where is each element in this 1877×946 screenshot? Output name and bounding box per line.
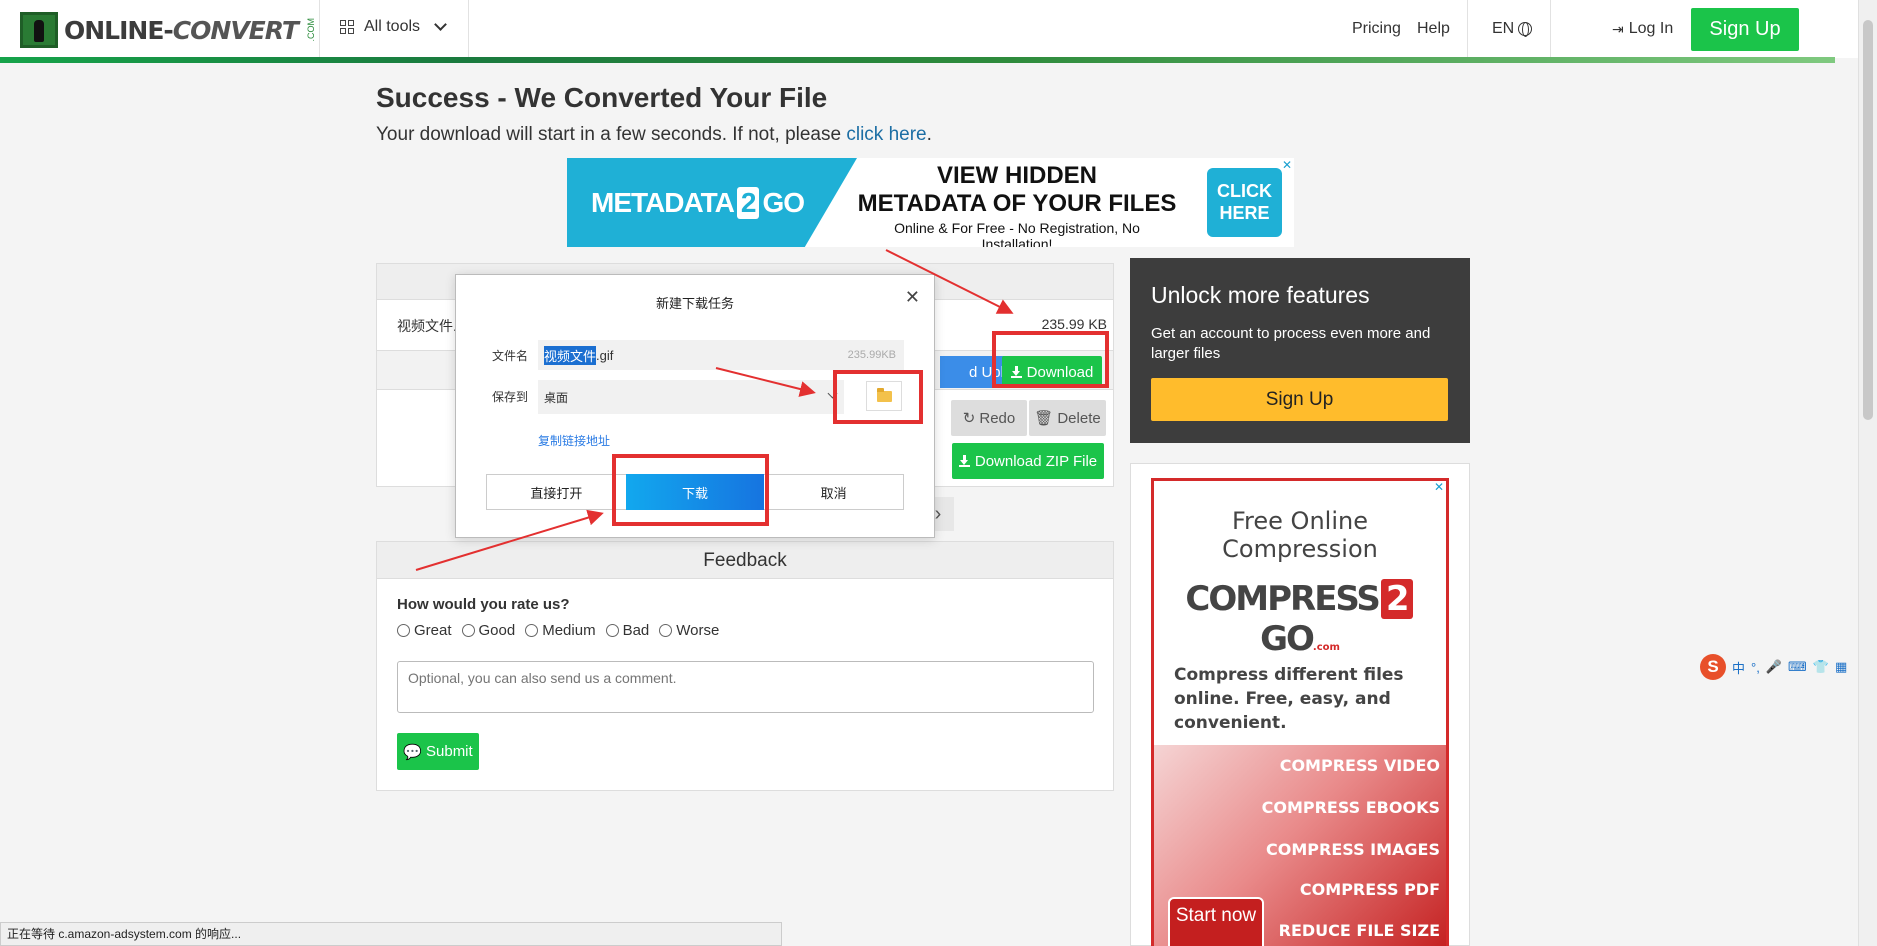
annotation-box-dialog-download	[612, 454, 769, 526]
scrollbar-thumb[interactable]	[1863, 20, 1873, 420]
copy-link-address[interactable]: 复制链接地址	[538, 432, 610, 449]
result-file-size: 235.99 KB	[1041, 316, 1107, 332]
header-divider	[468, 0, 469, 58]
rating-option[interactable]: Worse	[659, 622, 719, 639]
language-label: EN	[1492, 20, 1515, 37]
ime-lang[interactable]: 中	[1732, 658, 1745, 677]
ad-item-reduce-file-size[interactable]: REDUCE FILE SIZE	[1279, 910, 1442, 946]
ad-brand: COMPRESS 2GO.com	[1154, 579, 1446, 659]
redo-icon: ↻	[962, 410, 976, 427]
radio-icon[interactable]	[397, 624, 410, 637]
dialog-cancel-button[interactable]: 取消	[764, 475, 903, 509]
annotation-box-download	[992, 331, 1109, 388]
radio-icon[interactable]	[461, 624, 475, 637]
metadata2go-banner-ad[interactable]: METADATA 2 GO VIEW HIDDEN METADATA OF YOUR…	[567, 158, 1294, 247]
download-zip-button[interactable]: Download ZIP File	[952, 443, 1104, 479]
logo-text: ONLINE-CONVERT	[64, 15, 299, 45]
radio-icon[interactable]	[605, 624, 619, 637]
saveto-select[interactable]: 桌面	[538, 380, 844, 414]
filename-label: 文件名	[492, 349, 529, 363]
ime-punct[interactable]: °,	[1751, 660, 1760, 675]
saveto-label: 保存到	[492, 390, 529, 404]
dialog-title: 新建下载任务	[655, 297, 734, 312]
header-divider	[319, 0, 320, 58]
page-subtitle: Your download will start in a few second…	[376, 124, 932, 145]
unlock-features-panel: Unlock more features Get an account to p…	[1130, 258, 1470, 443]
site-logo[interactable]: ONLINE-CONVERT .COM	[20, 12, 316, 48]
grid-icon[interactable]: ▦	[1835, 659, 1847, 675]
trash-icon: 🗑	[1034, 410, 1054, 427]
microphone-icon[interactable]: 🎤	[1766, 659, 1782, 675]
ad-start-now-button[interactable]: Start now	[1168, 897, 1264, 946]
rating-option[interactable]: Medium	[525, 622, 596, 639]
ad-close-icon[interactable]: ✕	[1282, 158, 1292, 172]
site-header: ONLINE-CONVERT .COM All tools Pricing He…	[0, 0, 1858, 60]
ad-description: Compress different files online. Free, e…	[1174, 665, 1404, 733]
header-divider	[1467, 0, 1468, 58]
feedback-question: How would you rate us?	[397, 596, 570, 613]
result-filename: 视频文件.	[397, 318, 457, 334]
ad-close-icon[interactable]: ✕	[1434, 481, 1444, 494]
keyboard-icon[interactable]: ⌨	[1788, 659, 1807, 675]
grid-icon	[340, 20, 354, 34]
all-tools-label: All tools	[364, 18, 421, 35]
banner-brand-panel: METADATA 2 GO	[567, 158, 857, 247]
page-scrollbar[interactable]	[1858, 0, 1877, 946]
unlock-description: Get an account to process even more and …	[1151, 325, 1431, 362]
banner-brand: METADATA 2 GO	[591, 186, 805, 219]
ad-item-compress-pdf[interactable]: COMPRESS PDF	[1300, 869, 1442, 910]
sogou-icon[interactable]: S	[1700, 654, 1726, 680]
header-accent-bar	[0, 57, 1835, 63]
unlock-title: Unlock more features	[1151, 282, 1370, 308]
rating-option[interactable]: Good	[461, 622, 515, 639]
banner-cta-button[interactable]: CLICK HERE	[1207, 168, 1282, 237]
download-icon	[958, 454, 970, 467]
globe-icon	[1518, 22, 1533, 37]
click-here-link[interactable]: click here	[846, 124, 926, 145]
radio-icon[interactable]	[659, 624, 673, 637]
feedback-comment-field[interactable]	[397, 661, 1094, 713]
feedback-panel: Feedback How would you rate us? Great Go…	[376, 541, 1114, 791]
signup-button[interactable]: Sign Up	[1691, 8, 1799, 51]
header-divider	[1550, 0, 1551, 58]
annotation-box-folder	[833, 370, 923, 424]
delete-button[interactable]: 🗑 Delete	[1029, 400, 1106, 436]
ime-toolbar[interactable]: S 中 °, 🎤 ⌨ 👕 ▦	[1700, 653, 1877, 681]
login-link[interactable]: ⇥ Log In	[1612, 20, 1673, 38]
logo-com: .COM	[305, 18, 316, 42]
compress2go-ad-frame[interactable]: ✕ Free Online Compression COMPRESS 2GO.co…	[1151, 478, 1449, 946]
login-icon: ⇥	[1612, 20, 1624, 37]
feedback-submit-button[interactable]: 💬 Submit	[397, 733, 479, 770]
rating-options: Great Good Medium Bad Worse	[397, 622, 719, 639]
comment-icon: 💬	[403, 743, 422, 761]
ad-menu: COMPRESS VIDEO COMPRESS EBOOKS COMPRESS …	[1154, 745, 1446, 946]
page-title: Success - We Converted Your File	[376, 82, 828, 113]
language-selector[interactable]: EN	[1492, 20, 1533, 38]
browser-status-bar: 正在等待 c.amazon-adsystem.com 的响应...	[0, 922, 782, 946]
nav-pricing[interactable]: Pricing	[1352, 20, 1401, 38]
all-tools-menu[interactable]: All tools	[340, 18, 447, 36]
rating-option[interactable]: Great	[397, 622, 452, 639]
dialog-filesize: 235.99KB	[847, 349, 896, 361]
ad-item-compress-video[interactable]: COMPRESS VIDEO	[1280, 745, 1442, 786]
close-icon[interactable]: ✕	[905, 287, 920, 308]
banner-copy: VIEW HIDDEN METADATA OF YOUR FILES Onlin…	[857, 162, 1177, 247]
feedback-heading: Feedback	[377, 542, 1113, 579]
open-directly-button[interactable]: 直接打开	[487, 475, 626, 509]
redo-button[interactable]: ↻ Redo	[951, 400, 1027, 436]
chevron-down-icon	[434, 18, 447, 31]
nav-help[interactable]: Help	[1417, 20, 1450, 38]
logo-mark-icon	[20, 12, 58, 48]
radio-icon[interactable]	[525, 624, 539, 637]
rating-option[interactable]: Bad	[605, 622, 649, 639]
shirt-icon[interactable]: 👕	[1813, 659, 1829, 675]
ad-title: Free Online Compression	[1222, 507, 1378, 563]
unlock-signup-button[interactable]: Sign Up	[1151, 378, 1448, 421]
compress2go-ad: ✕ Free Online Compression COMPRESS 2GO.co…	[1130, 463, 1470, 946]
ad-item-compress-ebooks[interactable]: COMPRESS EBOOKS	[1262, 787, 1442, 828]
ad-item-compress-images[interactable]: COMPRESS IMAGES	[1266, 829, 1442, 870]
filename-field[interactable]: 视频文件 .gif 235.99KB	[538, 340, 904, 370]
login-label: Log In	[1628, 20, 1674, 37]
